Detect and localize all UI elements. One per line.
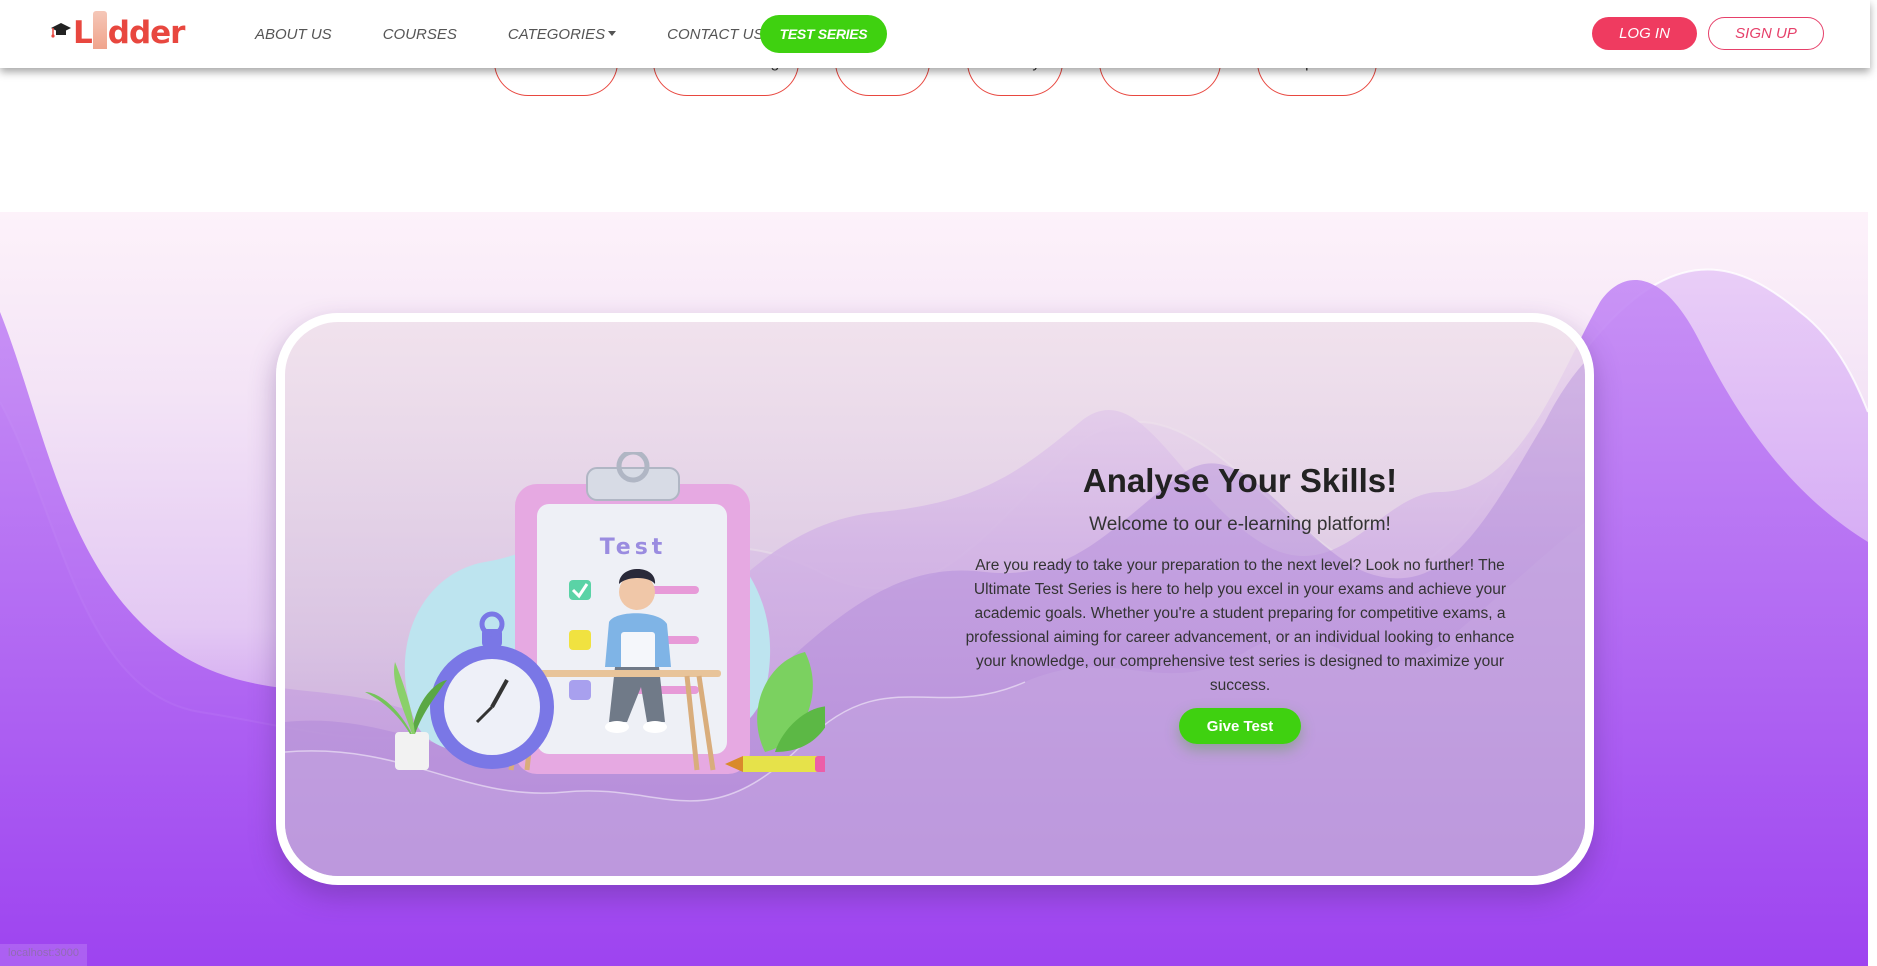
pencil-icon xyxy=(725,756,825,772)
analyse-skills-card: Test Analyse Your Skills! Welcome to our… xyxy=(276,313,1594,885)
tower-icon xyxy=(92,11,107,49)
graduation-cap-icon xyxy=(51,23,71,38)
navbar: Ldder ABOUT US COURSES CATEGORIES CONTAC… xyxy=(0,0,1870,68)
give-test-button[interactable]: Give Test xyxy=(1179,708,1301,744)
hero-paragraph: Are you ready to take your preparation t… xyxy=(965,557,1515,694)
test-illustration: Test xyxy=(365,452,825,774)
hero-subtitle: Welcome to our e-learning platform! xyxy=(1089,514,1391,535)
signup-button[interactable]: SIGN UP xyxy=(1708,17,1824,50)
nav-links: ABOUT US COURSES CATEGORIES CONTACT US xyxy=(255,0,815,68)
hero-text: Analyse Your Skills! Welcome to our e-le… xyxy=(950,462,1530,744)
nav-about-us[interactable]: ABOUT US xyxy=(255,26,332,43)
test-series-button[interactable]: TEST SERIES xyxy=(760,15,887,53)
login-button[interactable]: LOG IN xyxy=(1592,17,1697,50)
illustration-label: Test xyxy=(600,535,667,560)
brand-logo[interactable]: Ldder xyxy=(50,6,185,56)
hero-title: Analyse Your Skills! xyxy=(1082,462,1398,499)
nav-categories[interactable]: CATEGORIES xyxy=(507,25,617,43)
nav-courses[interactable]: COURSES xyxy=(383,26,457,43)
status-url: localhost:3000 xyxy=(0,944,87,966)
caret-down-icon xyxy=(608,30,617,36)
nav-contact-us[interactable]: CONTACT US xyxy=(667,26,763,43)
nav-categories-label: CATEGORIES xyxy=(507,25,606,43)
brand-name: Ldder xyxy=(73,11,185,51)
